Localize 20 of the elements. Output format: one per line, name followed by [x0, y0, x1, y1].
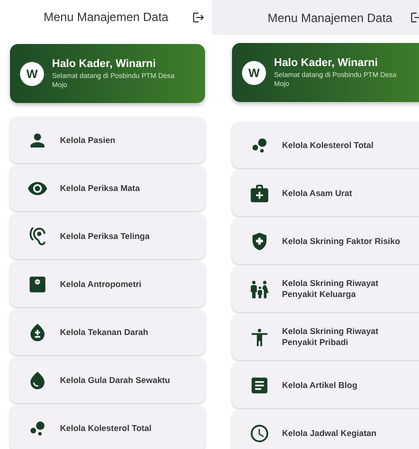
page-title: Menu Manajemen Data — [266, 10, 394, 24]
page-title: Menu Manajemen Data — [42, 10, 170, 24]
avatar: W — [242, 60, 266, 84]
menu-item[interactable]: Kelola Jadwal Kegiatan — [232, 410, 419, 449]
menu-item[interactable]: Kelola Pasien — [10, 117, 205, 163]
menu-item[interactable]: Kelola Gula Darah Sewaktu — [10, 357, 205, 403]
menu-item[interactable]: Kelola Skrining Riwayat Penyakit Pribadi — [232, 314, 419, 360]
menu-item[interactable]: Kelola Asam Urat — [232, 170, 419, 216]
menu-item[interactable]: Kelola Periksa Telinga — [10, 213, 205, 259]
menu-item[interactable]: Kelola Kolesterol Total — [10, 405, 205, 449]
menu-item[interactable]: Kelola Skrining Riwayat Penyakit Keluarga — [232, 266, 419, 312]
menu-item[interactable]: Kelola Periksa Mata — [10, 165, 205, 211]
menu-item[interactable]: Kelola Artikel Blog — [232, 362, 419, 408]
avatar: W — [20, 62, 44, 86]
menu-item[interactable]: Kelola Antropometri — [10, 261, 205, 307]
menu-item[interactable]: Kelola Kolesterol Total — [232, 122, 419, 168]
greeting-title: Halo Kader, Winarni — [52, 58, 157, 70]
menu-item[interactable]: Kelola Tekanan Darah — [10, 309, 205, 355]
greeting-title: Halo Kader, Winarni — [274, 56, 379, 68]
menu-item[interactable]: Kelola Skrining Faktor Risiko — [232, 218, 419, 264]
